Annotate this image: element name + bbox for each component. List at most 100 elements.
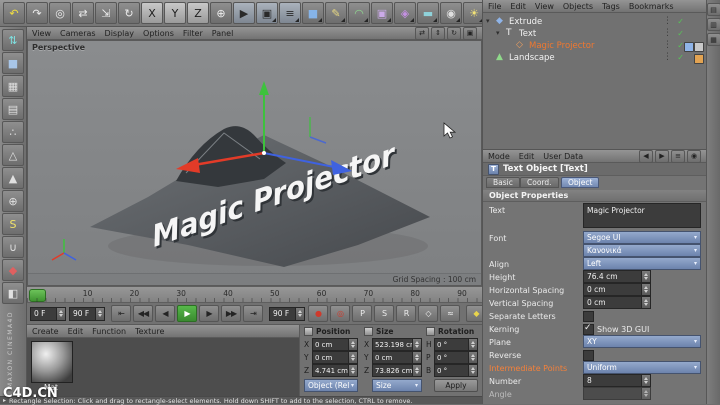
toolbar-undo[interactable]: ↶: [3, 2, 25, 24]
object-row-landscape[interactable]: ▲Landscape⋮✓: [483, 52, 706, 64]
separate-letters-checkbox[interactable]: [583, 311, 594, 322]
autokeying[interactable]: ◎: [330, 305, 350, 322]
tool-model-mode[interactable]: ■: [2, 52, 24, 74]
om-menu-tags[interactable]: Tags: [602, 2, 620, 11]
am-lock[interactable]: ◉: [687, 150, 701, 163]
layout-browser-tab[interactable]: ▦: [707, 33, 720, 46]
toolbar-render-settings[interactable]: ≡: [279, 2, 301, 24]
om-menu-edit[interactable]: Edit: [510, 2, 526, 11]
toolbar-add-camera[interactable]: ◉: [440, 2, 462, 24]
previous-frame[interactable]: ◀: [155, 305, 175, 322]
previous-key[interactable]: ◀◀: [133, 305, 153, 322]
spin-down-icon[interactable]: [644, 303, 648, 306]
next-frame[interactable]: ▶: [199, 305, 219, 322]
font-style-dropdown[interactable]: Κανονικά: [583, 244, 701, 257]
object-row-text[interactable]: ▾TText⋮✓: [483, 28, 706, 40]
record-keyframe[interactable]: ●: [308, 305, 328, 322]
spin-up-icon[interactable]: [351, 354, 355, 357]
rot-b-spinner[interactable]: [468, 365, 477, 376]
spin-down-icon[interactable]: [351, 358, 355, 361]
tool-texture-mode[interactable]: ▦: [2, 75, 24, 97]
visibility-dots[interactable]: ⋮: [663, 40, 672, 50]
rot-p-spinner[interactable]: [468, 352, 477, 363]
pos-x-spinner[interactable]: [348, 339, 357, 350]
horizontal-spacing-field[interactable]: 0 cm: [583, 283, 651, 296]
spin-down-icon[interactable]: [351, 345, 355, 348]
spin-down-icon[interactable]: [298, 314, 302, 317]
goto-end[interactable]: ⇥: [243, 305, 263, 322]
size-x-spinner[interactable]: [412, 339, 421, 350]
toolbar-lock-z-axis[interactable]: Z: [187, 2, 209, 24]
toolbar-add-modeling[interactable]: ▣: [371, 2, 393, 24]
tab-basic[interactable]: Basic: [486, 177, 520, 188]
spin-down-icon[interactable]: [644, 394, 648, 397]
tool-edges-mode[interactable]: △: [2, 144, 24, 166]
height-spinner[interactable]: [641, 271, 650, 282]
om-menu-file[interactable]: File: [488, 2, 501, 11]
spin-up-icon[interactable]: [351, 367, 355, 370]
apply-button[interactable]: Apply: [434, 379, 478, 392]
viewport-menu-panel[interactable]: Panel: [212, 29, 234, 38]
angle-field[interactable]: [583, 387, 651, 400]
nav-back[interactable]: ◀: [639, 150, 653, 163]
spin-up-icon[interactable]: [98, 310, 102, 313]
size-y-field[interactable]: 0 cm: [372, 351, 422, 364]
rot-b-field[interactable]: 0 °: [434, 364, 478, 377]
expand-caret[interactable]: ▾: [486, 17, 490, 25]
spin-up-icon[interactable]: [59, 310, 63, 313]
show-3d-gui-checkbox[interactable]: [583, 324, 594, 335]
spin-down-icon[interactable]: [98, 314, 102, 317]
tool-magnet-snap[interactable]: ∪: [2, 236, 24, 258]
expand-caret[interactable]: ▾: [496, 29, 500, 37]
toolbar-coordinate-system[interactable]: ⊕: [210, 2, 232, 24]
tool-workplane-mode[interactable]: ▤: [2, 98, 24, 120]
coord-size-dropdown[interactable]: Size: [372, 379, 422, 392]
om-menu-bookmarks[interactable]: Bookmarks: [629, 2, 674, 11]
toolbar-lock-x-axis[interactable]: X: [141, 2, 163, 24]
view-label[interactable]: Perspective: [32, 43, 85, 52]
pos-y-field[interactable]: 0 cm: [312, 351, 358, 364]
am-menu[interactable]: ≡: [671, 150, 685, 163]
text-input[interactable]: Magic Projector: [583, 203, 701, 228]
reverse-checkbox[interactable]: [583, 350, 594, 361]
spin-down-icon[interactable]: [351, 371, 355, 374]
number-spinner[interactable]: [641, 375, 650, 386]
pos-z-field[interactable]: 4.741 cm: [312, 364, 358, 377]
horizontal-spacing-spinner[interactable]: [641, 284, 650, 295]
scene-canvas[interactable]: Magic Projector Magic Projector: [28, 41, 481, 273]
spin-up-icon[interactable]: [298, 310, 302, 313]
vertical-spacing-spinner[interactable]: [641, 297, 650, 308]
object-row-extrude[interactable]: ▾◆Extrude⋮✓: [483, 16, 706, 28]
visibility-dots[interactable]: ⋮: [663, 16, 672, 26]
am-menu-mode[interactable]: Mode: [488, 152, 510, 161]
toolbar-render-picture-viewer[interactable]: ▣: [256, 2, 278, 24]
spin-down-icon[interactable]: [644, 277, 648, 280]
record-rotation[interactable]: R: [396, 305, 416, 322]
layout-structure-tab[interactable]: ▥: [707, 18, 720, 31]
viewport-menu-filter[interactable]: Filter: [183, 29, 203, 38]
spin-down-icon[interactable]: [59, 314, 63, 317]
tool-points-mode[interactable]: ∴: [2, 121, 24, 143]
pos-y-spinner[interactable]: [348, 352, 357, 363]
rot-h-field[interactable]: 0 °: [434, 338, 478, 351]
timeline-ruler[interactable]: 0102030405060708090: [27, 286, 482, 303]
spin-down-icon[interactable]: [471, 345, 475, 348]
spin-up-icon[interactable]: [415, 341, 419, 344]
tool-polygons-mode[interactable]: ▲: [2, 167, 24, 189]
timeline-slider[interactable]: [29, 289, 46, 302]
tag-icon[interactable]: [694, 54, 704, 64]
viewport-menu-options[interactable]: Options: [143, 29, 174, 38]
toolbar-render-view[interactable]: ▶: [233, 2, 255, 24]
number-field[interactable]: 8: [583, 374, 651, 387]
viewport[interactable]: Magic Projector Magic Projector Perspect…: [27, 40, 482, 286]
visibility-dots[interactable]: ⋮: [663, 28, 672, 38]
spin-up-icon[interactable]: [471, 354, 475, 357]
am-menu-edit[interactable]: Edit: [519, 152, 535, 161]
spin-up-icon[interactable]: [471, 367, 475, 370]
nav-forward[interactable]: ▶: [655, 150, 669, 163]
toolbar-add-spline[interactable]: ✎: [325, 2, 347, 24]
spin-up-icon[interactable]: [644, 390, 648, 393]
current-frame-field[interactable]: 0 F: [30, 307, 66, 321]
spin-down-icon[interactable]: [644, 290, 648, 293]
spin-up-icon[interactable]: [415, 354, 419, 357]
